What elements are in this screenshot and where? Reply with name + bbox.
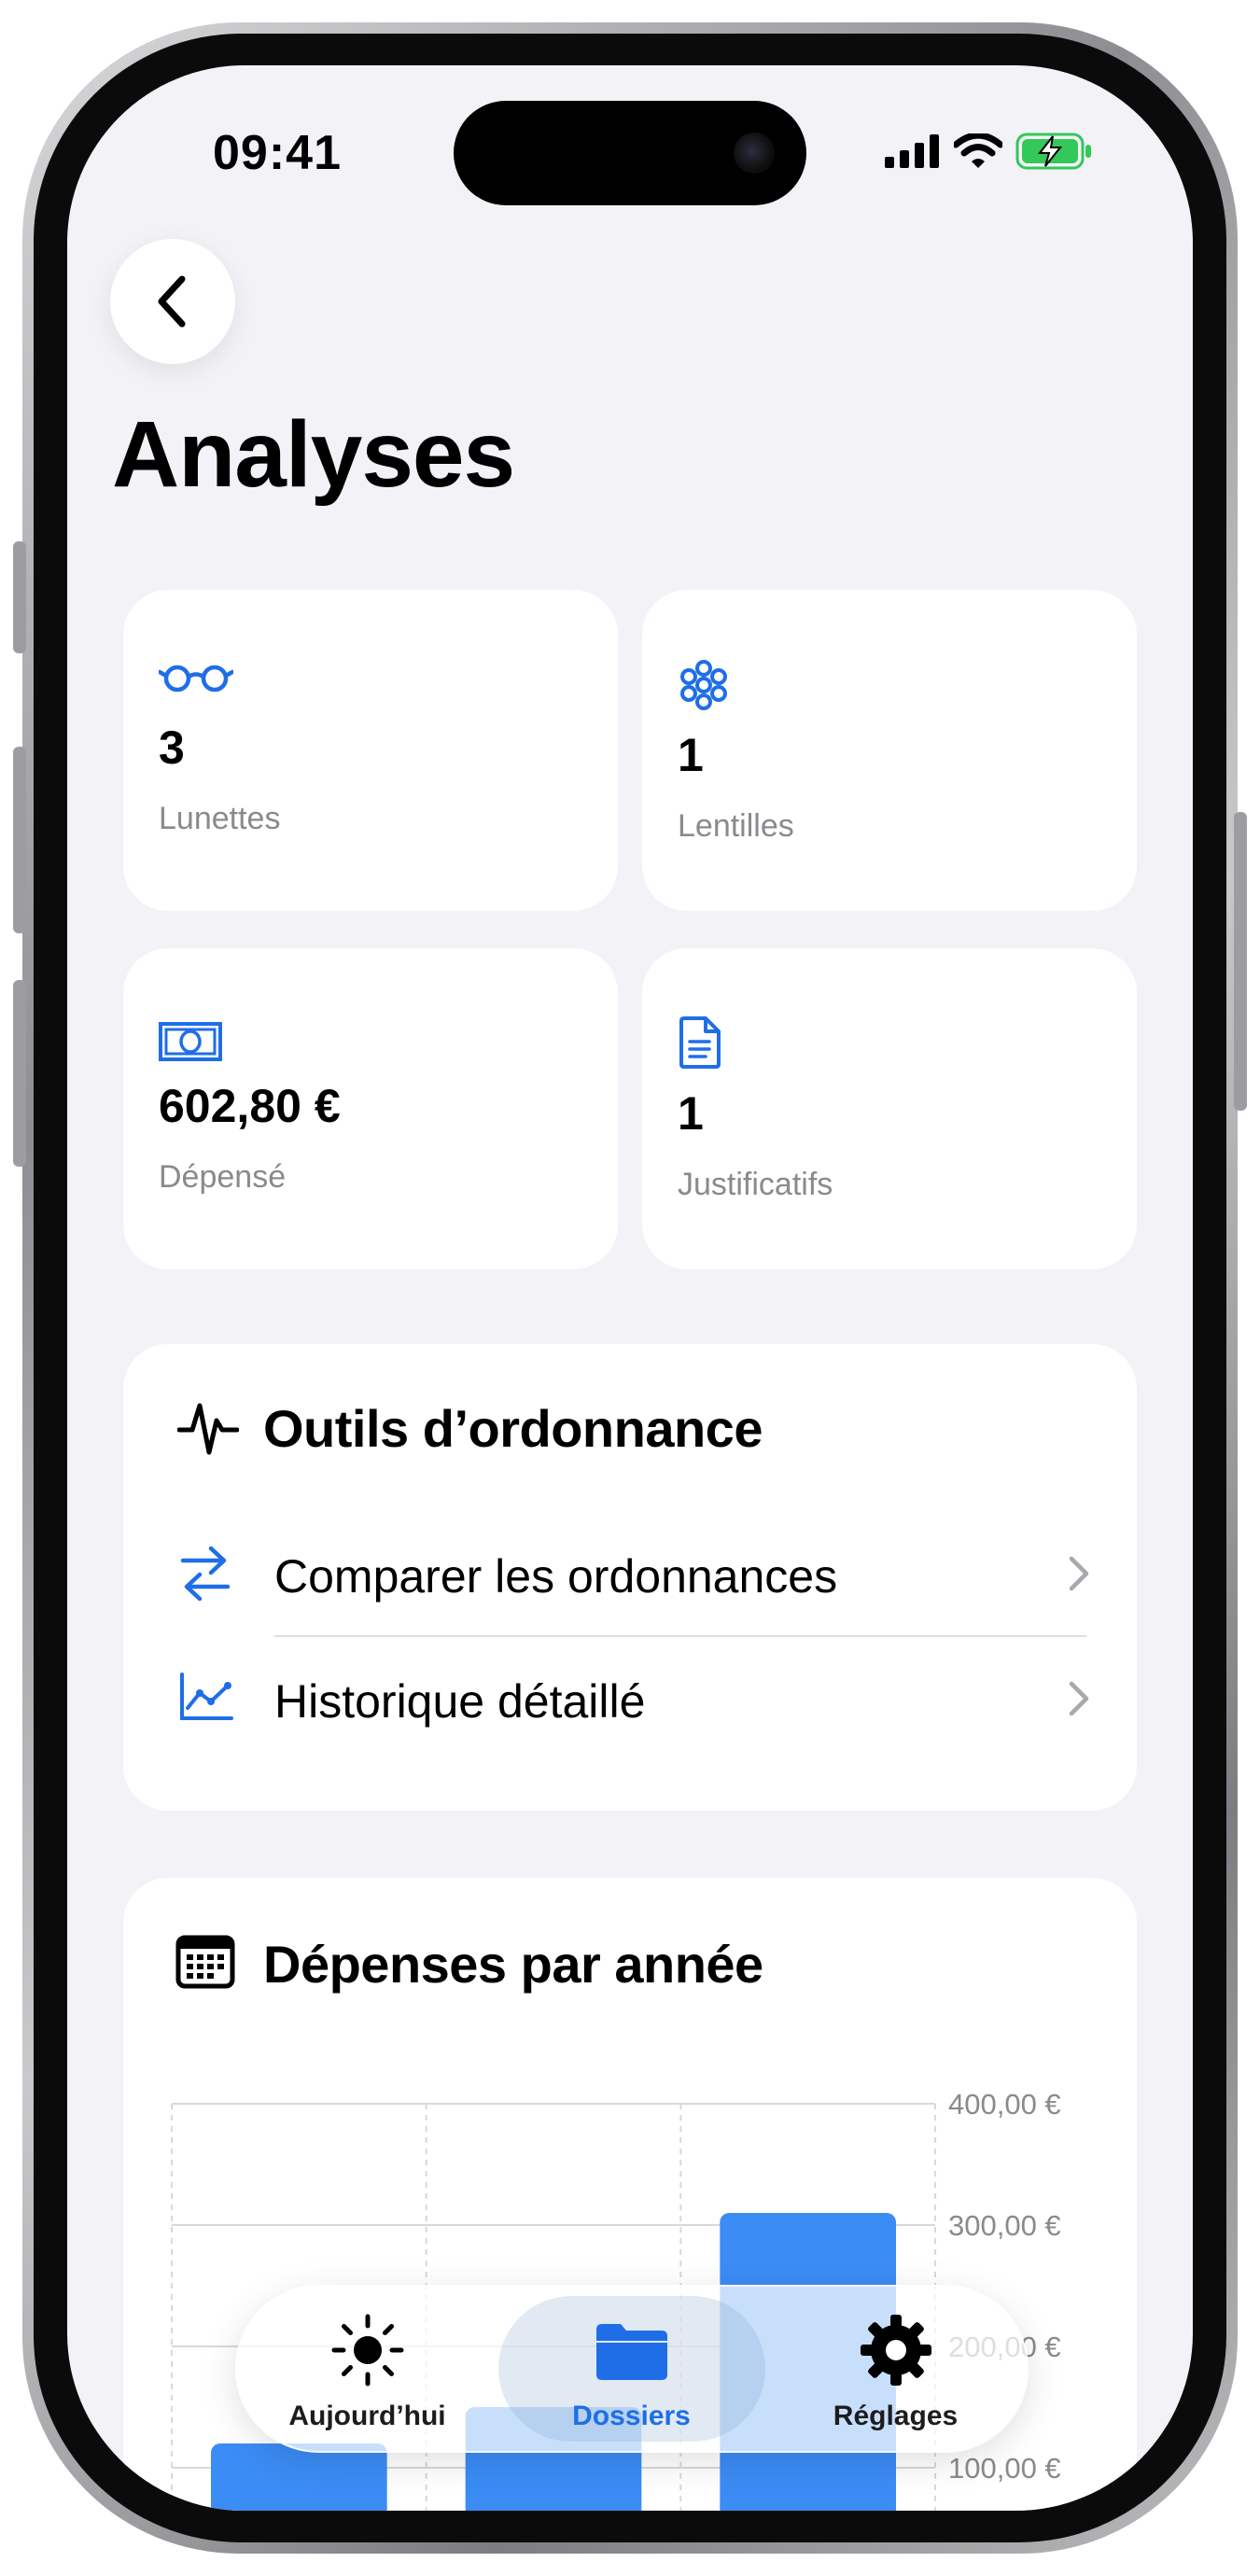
action-button <box>13 541 26 653</box>
tab-label: Dossiers <box>572 2401 691 2431</box>
cellular-signal-icon <box>885 134 939 168</box>
chevron-right-icon <box>1069 1681 1089 1716</box>
status-icons <box>885 133 1094 170</box>
stat-value: 3 <box>159 721 185 774</box>
stat-card-lunettes[interactable]: 3 Lunettes <box>123 590 618 911</box>
sun-icon <box>331 2314 403 2387</box>
power-button <box>1234 812 1247 1111</box>
stat-value: 602,80 € <box>159 1080 341 1132</box>
list-item-history[interactable]: Historique détaillé <box>123 1637 1137 1758</box>
screen: 09:41 Analyses 3 Lunettes 1 Lentilles 60… <box>67 65 1193 2511</box>
volume-up-button <box>13 747 26 933</box>
banknote-icon <box>159 1022 222 1061</box>
chart-y-tick-label: 100,00 € <box>948 2452 1061 2485</box>
tab-label: Réglages <box>833 2401 959 2431</box>
contact-lens-icon <box>680 660 727 710</box>
dynamic-island <box>454 101 806 205</box>
glasses-icon <box>159 665 233 693</box>
list-item-label: Comparer les ordonnances <box>274 1550 838 1603</box>
status-time: 09:41 <box>213 126 342 180</box>
line-chart-icon <box>180 1673 233 1720</box>
chart-y-tick-label: 300,00 € <box>948 2209 1061 2242</box>
volume-down-button <box>13 980 26 1167</box>
chart-y-tick-label: 400,00 € <box>948 2088 1061 2121</box>
stat-card-justificatifs[interactable]: 1 Justificatifs <box>642 948 1137 1269</box>
back-button[interactable] <box>110 239 235 364</box>
wifi-icon <box>954 133 1002 168</box>
page-title: Analyses <box>112 402 515 507</box>
tab-dossiers[interactable]: Dossiers <box>499 2285 763 2453</box>
arrows-swap-icon <box>180 1546 231 1602</box>
stat-value: 1 <box>678 729 704 781</box>
list-item-label: Historique détaillé <box>274 1675 646 1728</box>
tools-card: Outils d’ordonnance Comparer les ordonna… <box>123 1344 1137 1811</box>
tab-label: Aujourd’hui <box>288 2401 446 2431</box>
gear-icon <box>860 2315 931 2386</box>
tools-title: Outils d’ordonnance <box>263 1399 763 1458</box>
folder-icon <box>595 2324 667 2380</box>
stat-label: Justificatifs <box>678 1167 833 1202</box>
list-item-compare[interactable]: Comparer les ordonnances <box>123 1512 1137 1633</box>
stat-label: Lunettes <box>159 801 281 836</box>
chevron-right-icon <box>1069 1556 1089 1591</box>
stat-value: 1 <box>678 1087 704 1140</box>
battery-charging-icon <box>1015 133 1091 170</box>
pulse-icon <box>177 1403 239 1455</box>
stat-label: Lentilles <box>678 808 794 844</box>
tab-reglages[interactable]: Réglages <box>763 2285 1028 2453</box>
chevron-left-icon <box>158 275 186 328</box>
chart-bar <box>211 2443 387 2511</box>
stat-card-depense[interactable]: 602,80 € Dépensé <box>123 948 618 1269</box>
stat-card-lentilles[interactable]: 1 Lentilles <box>642 590 1137 911</box>
document-icon <box>679 1016 721 1069</box>
tab-bar: Aujourd’hui Dossiers Réglages <box>235 2285 1029 2453</box>
tab-aujourdhui[interactable]: Aujourd’hui <box>235 2285 499 2453</box>
camera-icon <box>734 133 775 174</box>
stat-label: Dépensé <box>159 1159 287 1195</box>
